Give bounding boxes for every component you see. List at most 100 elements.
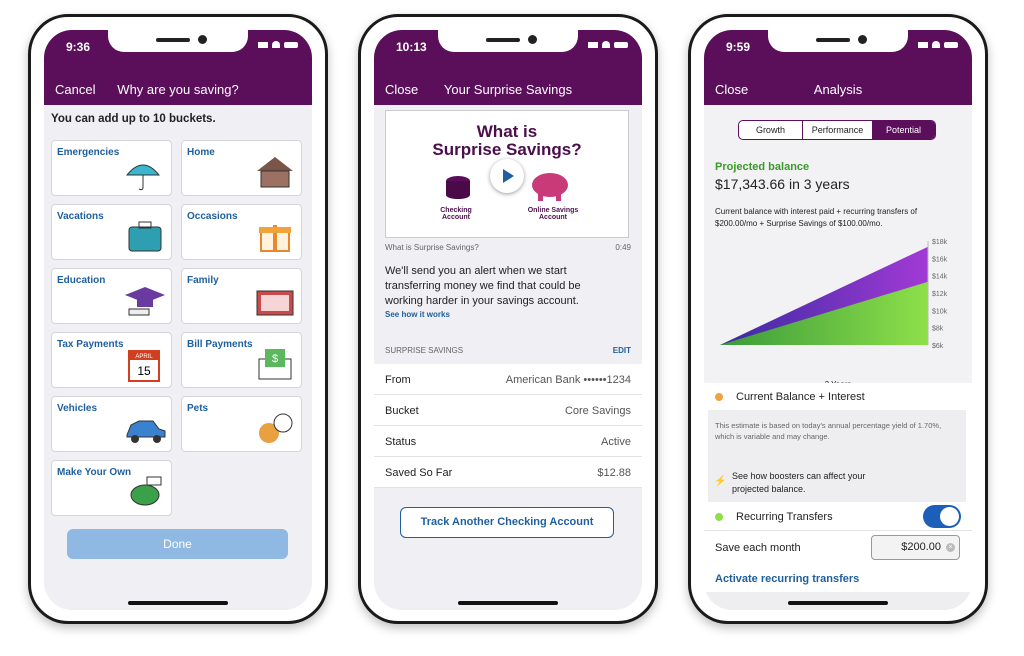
- bucket-tile-tax-payments[interactable]: Tax Payments APRIL 15: [51, 332, 172, 388]
- detail-row: Bucket Core Savings: [374, 395, 642, 426]
- y-tick-label: $12k: [932, 291, 948, 298]
- bucket-label: Occasions: [187, 211, 238, 222]
- description: We'll send you an alert when we start tr…: [385, 265, 581, 307]
- bucket-label: Bill Payments: [187, 339, 253, 350]
- row-value: $12.88: [597, 467, 631, 479]
- family-photo-icon: [256, 290, 294, 316]
- video-headline: What is: [476, 122, 538, 141]
- phone-surprise-savings: 10:13 Close Your Surprise Savings What i…: [358, 14, 658, 624]
- piggy-bank-icon: [130, 476, 162, 506]
- play-icon: [503, 169, 514, 183]
- status-icons: [918, 41, 958, 48]
- gift-icon: [259, 225, 291, 252]
- y-tick-label: $18k: [932, 239, 948, 246]
- bucket-label: Vacations: [57, 211, 104, 222]
- y-tick-label: $10k: [932, 308, 948, 315]
- suitcase-icon: [128, 221, 162, 252]
- coins-icon: [446, 176, 470, 199]
- projected-value: $17,343.66 in 3 years: [715, 176, 850, 192]
- bucket-label: Family: [187, 275, 219, 286]
- projection-chart: $18k $16k $14k $12k $10k $8k $6k: [720, 239, 948, 350]
- activate-recurring-link[interactable]: Activate recurring transfers: [715, 573, 859, 585]
- bucket-tile-occasions[interactable]: Occasions: [181, 204, 302, 260]
- status-icons: [588, 41, 628, 48]
- see-how-link[interactable]: See how it works: [385, 310, 450, 319]
- segmented-control: Growth Performance Potential: [738, 120, 936, 140]
- bucket-tile-education[interactable]: Education: [51, 268, 172, 324]
- car-icon: [126, 420, 166, 443]
- pets-icon: [259, 413, 293, 443]
- row-label: From: [385, 374, 411, 386]
- row-value: American Bank ••••••1234: [505, 374, 631, 386]
- bucket-tile-family[interactable]: Family: [181, 268, 302, 324]
- bucket-label: Vehicles: [57, 403, 98, 414]
- svg-text:APRIL: APRIL: [135, 354, 153, 360]
- svg-text:15: 15: [137, 364, 151, 378]
- page-title: Analysis: [813, 82, 863, 97]
- status-icons: [258, 41, 298, 48]
- tab-potential[interactable]: Potential: [872, 121, 935, 139]
- phone-bucket-selection: 9:36 Cancel Why are you saving? You can …: [28, 14, 328, 624]
- video-caption: What is Surprise Savings?: [385, 243, 479, 252]
- checking-label: Checking Account: [440, 207, 472, 221]
- tab-performance[interactable]: Performance: [803, 121, 872, 139]
- clear-icon[interactable]: ×: [946, 543, 955, 552]
- video-headline-2: Surprise Savings?: [432, 140, 582, 159]
- row-label: Saved So Far: [385, 467, 453, 479]
- legend-dot-green: [715, 513, 723, 521]
- bucket-tile-emergencies[interactable]: Emergencies: [51, 140, 172, 196]
- bucket-label: Home: [187, 147, 215, 158]
- phone-analysis: 9:59 Close Analysis Growth Performance P…: [688, 14, 988, 624]
- bucket-tile-make-your-own[interactable]: Make Your Own: [51, 460, 172, 516]
- video-thumbnail[interactable]: What is Surprise Savings? Checking Accoun…: [385, 110, 629, 238]
- bucket-tile-home[interactable]: Home: [181, 140, 302, 196]
- screen: 10:13 Close Your Surprise Savings What i…: [374, 30, 642, 610]
- save-amount-value: $200.00: [901, 541, 941, 553]
- lightning-icon: ⚡: [714, 476, 727, 487]
- screen: 9:59 Close Analysis Growth Performance P…: [704, 30, 972, 610]
- detail-row: From American Bank ••••••1234: [374, 364, 642, 395]
- video-duration: 0:49: [615, 243, 631, 252]
- bucket-label: Emergencies: [57, 147, 120, 158]
- bucket-label: Make Your Own: [57, 467, 132, 478]
- bucket-label: Education: [57, 275, 106, 286]
- save-amount-input[interactable]: $200.00 ×: [871, 535, 960, 560]
- row-label: Status: [385, 436, 417, 448]
- edit-button[interactable]: EDIT: [613, 346, 631, 355]
- y-tick-label: $14k: [932, 274, 948, 281]
- track-account-button[interactable]: Track Another Checking Account: [400, 507, 614, 538]
- row-value: Core Savings: [564, 405, 631, 417]
- row-value: Active: [601, 436, 631, 448]
- piggy-bank-icon: [532, 173, 568, 201]
- recurring-toggle[interactable]: [923, 505, 961, 528]
- y-tick-label: $6k: [932, 343, 944, 350]
- detail-row: Status Active: [374, 426, 642, 457]
- bucket-tile-pets[interactable]: Pets: [181, 396, 302, 452]
- calendar-icon: APRIL 15: [128, 350, 160, 382]
- play-button[interactable]: [490, 159, 524, 193]
- home-indicator: [128, 601, 228, 605]
- disclaimer: This estimate is based on today's annual…: [715, 421, 942, 441]
- status-time: 10:13: [396, 40, 427, 54]
- section-header: SURPRISE SAVINGS: [385, 346, 464, 355]
- tab-growth[interactable]: Growth: [739, 121, 803, 139]
- house-icon: [257, 157, 293, 188]
- legend-current-balance: Current Balance + Interest: [736, 391, 865, 403]
- intro-text: You can add up to 10 buckets.: [51, 113, 216, 125]
- projected-label: Projected balance: [715, 161, 810, 173]
- page-title: Your Surprise Savings: [443, 82, 573, 97]
- notch: [108, 30, 248, 52]
- bucket-tile-bill-payments[interactable]: Bill Payments $: [181, 332, 302, 388]
- savings-label: Online Savings Account: [527, 207, 579, 221]
- bucket-tile-vacations[interactable]: Vacations: [51, 204, 172, 260]
- bucket-label: Pets: [187, 403, 209, 414]
- boosters-link[interactable]: See how boosters can affect your project…: [732, 470, 902, 496]
- screen: 9:36 Cancel Why are you saving? You can …: [44, 30, 312, 610]
- bucket-tile-vehicles[interactable]: Vehicles: [51, 396, 172, 452]
- legend-dot-orange: [715, 393, 723, 401]
- save-each-month-label: Save each month: [715, 542, 801, 554]
- y-tick-label: $8k: [932, 326, 944, 333]
- umbrella-icon: [125, 164, 161, 191]
- envelope-dollar-icon: $: [258, 349, 292, 380]
- done-button[interactable]: Done: [67, 529, 288, 559]
